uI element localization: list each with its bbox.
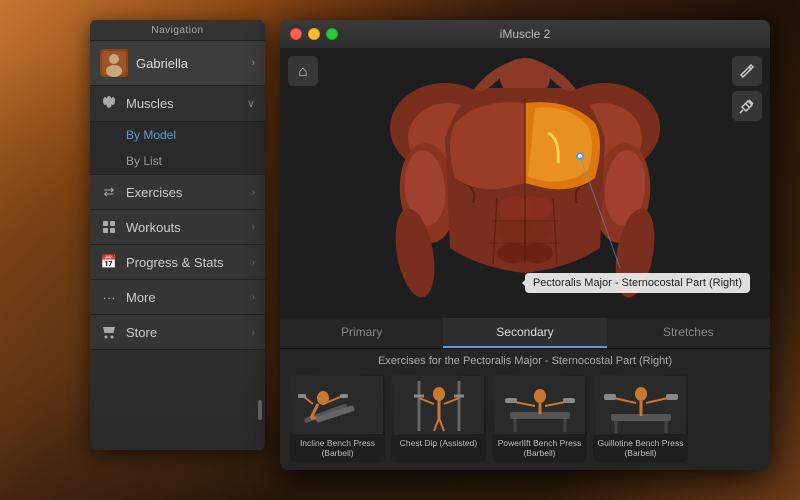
progress-chevron-icon: › [252, 257, 255, 268]
nav-store[interactable]: Store › [90, 315, 265, 350]
exercises-label: Exercises [126, 185, 252, 200]
exercise-tabs: Primary Secondary Stretches [280, 318, 770, 349]
store-icon [100, 323, 118, 341]
avatar [100, 49, 128, 77]
nav-muscles-header[interactable]: Muscles ∨ [90, 86, 265, 122]
workouts-icon [100, 218, 118, 236]
store-label: Store [126, 325, 252, 340]
muscles-by-list[interactable]: By List [90, 148, 265, 174]
exercise-grid: Incline Bench Press (Barbell) [290, 375, 760, 466]
user-chevron-icon: › [251, 57, 255, 69]
exercise-section: Exercises for the Pectoralis Major - Ste… [280, 349, 770, 470]
minimize-button[interactable] [308, 28, 320, 40]
muscles-chevron-icon: ∨ [247, 97, 255, 110]
exercise-section-title: Exercises for the Pectoralis Major - Ste… [290, 355, 760, 367]
more-icon: ··· [100, 288, 118, 306]
pencil-button[interactable] [732, 56, 762, 86]
home-button[interactable]: ⌂ [288, 56, 318, 86]
nav-title: Navigation [90, 20, 265, 41]
exercise-thumb-1 [391, 375, 486, 435]
exercise-card-0[interactable]: Incline Bench Press (Barbell) [290, 375, 385, 462]
exercises-icon: ⇄ [100, 183, 118, 201]
close-button[interactable] [290, 28, 302, 40]
window-title: iMuscle 2 [500, 27, 551, 41]
workouts-label: Workouts [126, 220, 252, 235]
user-name: Gabriella [136, 56, 251, 71]
tab-secondary[interactable]: Secondary [443, 318, 606, 348]
exercise-label-1: Chest Dip (Assisted) [391, 435, 486, 452]
window-titlebar: iMuscle 2 [280, 20, 770, 48]
exercise-label-2: PowerlIft Bench Press (Barbell) [492, 435, 587, 462]
more-chevron-icon: › [252, 292, 255, 303]
tool-buttons [732, 56, 762, 121]
nav-scrollbar[interactable] [258, 400, 262, 420]
muscles-by-model[interactable]: By Model [90, 122, 265, 148]
workouts-chevron-icon: › [252, 222, 255, 233]
exercise-thumb-0 [290, 375, 385, 435]
nav-progress[interactable]: 📅 Progress & Stats › [90, 245, 265, 280]
muscle-view: ⌂ [280, 48, 770, 318]
tab-stretches[interactable]: Stretches [607, 318, 770, 348]
nav-user-row[interactable]: Gabriella › [90, 41, 265, 86]
maximize-button[interactable] [326, 28, 338, 40]
store-chevron-icon: › [252, 327, 255, 338]
exercise-label-0: Incline Bench Press (Barbell) [290, 435, 385, 462]
muscles-submenu: By Model By List [90, 122, 265, 175]
main-window: iMuscle 2 ⌂ [280, 20, 770, 470]
muscle-label: Pectoralis Major - Sternocostal Part (Ri… [525, 273, 750, 293]
exercise-thumb-2 [492, 375, 587, 435]
window-controls [290, 28, 338, 40]
exercise-label-3: Guillotine Bench Press (Barbell) [593, 435, 688, 462]
exercise-thumb-3 [593, 375, 688, 435]
exercise-card-1[interactable]: Chest Dip (Assisted) [391, 375, 486, 462]
exercises-chevron-icon: › [252, 187, 255, 198]
progress-icon: 📅 [100, 253, 118, 271]
muscles-icon [100, 94, 118, 113]
syringe-button[interactable] [732, 91, 762, 121]
navigation-panel: Navigation Gabriella › Muscles ∨ By M [90, 20, 265, 450]
nav-exercises[interactable]: ⇄ Exercises › [90, 175, 265, 210]
tab-primary[interactable]: Primary [280, 318, 443, 348]
nav-workouts[interactable]: Workouts › [90, 210, 265, 245]
progress-label: Progress & Stats [126, 255, 252, 270]
exercise-card-2[interactable]: PowerlIft Bench Press (Barbell) [492, 375, 587, 462]
muscles-label: Muscles [126, 96, 247, 111]
nav-more[interactable]: ··· More › [90, 280, 265, 315]
exercise-card-3[interactable]: Guillotine Bench Press (Barbell) [593, 375, 688, 462]
more-label: More [126, 290, 252, 305]
